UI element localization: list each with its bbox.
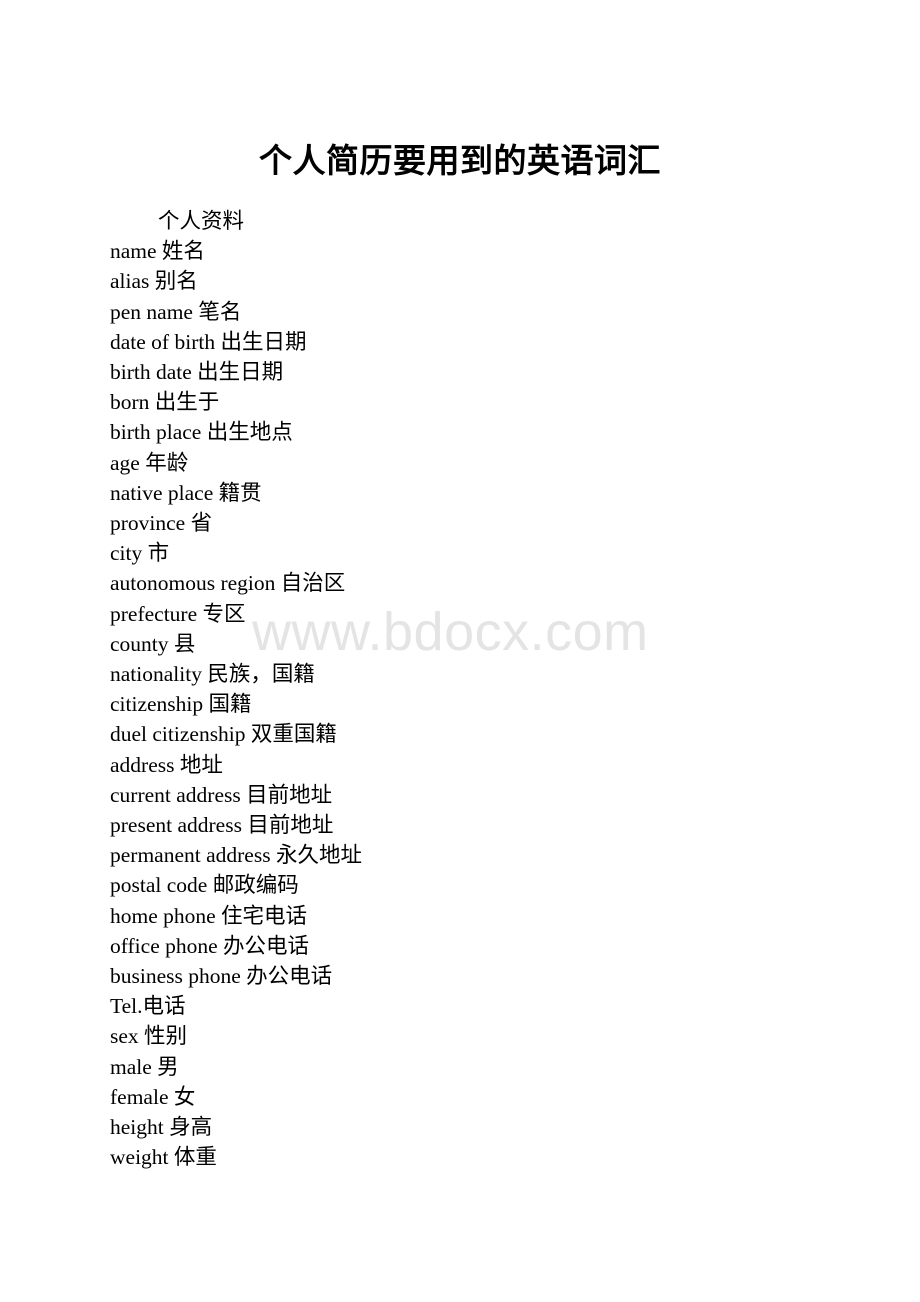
- list-item: address 地址: [110, 752, 223, 777]
- list-item: autonomous region 自治区: [110, 571, 346, 596]
- list-item: current address 目前地址: [110, 782, 333, 807]
- list-item: female 女: [110, 1084, 196, 1109]
- list-item: home phone 住宅电话: [110, 903, 308, 928]
- list-item: citizenship 国籍: [110, 692, 252, 717]
- list-item: age 年龄: [110, 450, 189, 475]
- document-page: www.bdocx.com 个人简历要用到的英语词汇 个人资料 name 姓名 …: [0, 0, 920, 1302]
- list-item: native place 籍贯: [110, 480, 262, 505]
- list-item: height 身高: [110, 1115, 213, 1140]
- list-item: county 县: [110, 631, 196, 656]
- list-item: office phone 办公电话: [110, 933, 310, 958]
- list-item: male 男: [110, 1054, 179, 1079]
- list-item: permanent address 永久地址: [110, 843, 362, 868]
- list-item: prefecture 专区: [110, 601, 246, 626]
- section-heading-personal-info: 个人资料: [158, 209, 245, 233]
- page-title: 个人简历要用到的英语词汇: [259, 144, 661, 180]
- list-item: born 出生于: [110, 390, 220, 415]
- list-item: pen name 笔名: [110, 299, 242, 324]
- list-item: province 省: [110, 511, 213, 536]
- list-item: Tel.电话: [110, 994, 186, 1019]
- vocabulary-list: 个人资料 name 姓名 alias 别名 pen name 笔名 date o…: [110, 206, 870, 1173]
- list-item: weight 体重: [110, 1145, 217, 1170]
- list-item: postal code 邮政编码: [110, 873, 299, 898]
- list-item: name 姓名: [110, 239, 205, 264]
- list-item: sex 性别: [110, 1024, 188, 1049]
- list-item: alias 别名: [110, 269, 198, 294]
- list-item: nationality 民族，国籍: [110, 662, 315, 687]
- list-item: date of birth 出生日期: [110, 329, 307, 354]
- list-item: birth date 出生日期: [110, 360, 284, 385]
- list-item: city 市: [110, 541, 170, 566]
- list-item: business phone 办公电话: [110, 964, 333, 989]
- list-item: duel citizenship 双重国籍: [110, 722, 337, 747]
- list-item: birth place 出生地点: [110, 420, 293, 445]
- list-item: present address 目前地址: [110, 813, 334, 838]
